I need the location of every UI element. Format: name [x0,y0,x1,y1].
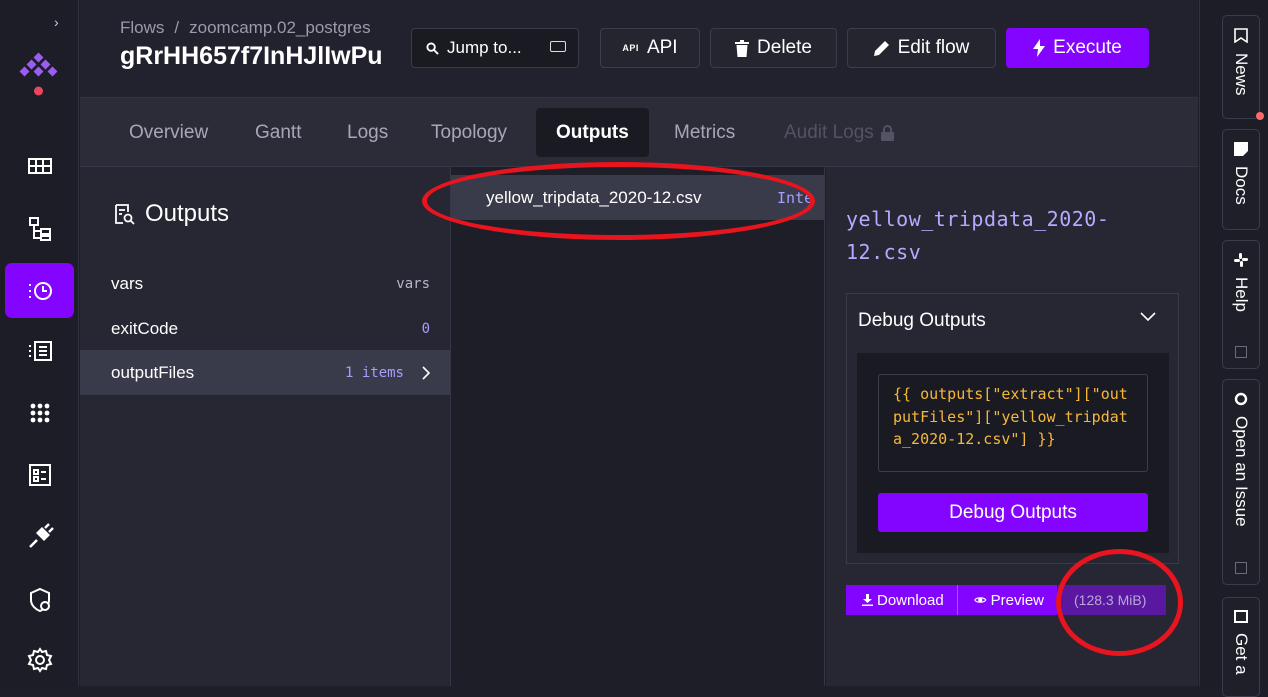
slack-icon [1234,253,1248,267]
keyboard-icon [550,41,566,52]
collapse-chevron-icon[interactable]: › [54,14,59,30]
api-icon: API [622,43,639,53]
external-link-icon [1235,346,1247,358]
eye-icon [974,597,987,603]
file-actions: Download Preview (128.3 MiB) [846,585,1166,615]
tab-outputs[interactable]: Outputs [536,108,649,157]
kestra-logo[interactable] [16,52,62,98]
breadcrumb-namespace[interactable]: zoomcamp.02_postgres [189,18,370,37]
delete-label: Delete [757,37,812,58]
left-nav-rail: › [0,0,79,686]
preview-label: Preview [990,591,1044,609]
api-button[interactable]: API API [600,28,700,68]
breadcrumb-flows-link[interactable]: Flows [120,18,164,37]
file-size-badge: (128.3 MiB) [1058,585,1166,615]
get-a-demo-button[interactable]: Get a [1222,597,1260,697]
output-key: outputFiles [111,362,195,382]
download-button[interactable]: Download [846,585,958,615]
outputs-heading: Outputs [113,200,229,228]
debug-outputs-section: Debug Outputs {{ outputs["extract"]["out… [846,293,1179,564]
debug-outputs-button[interactable]: Debug Outputs [878,493,1148,532]
output-value: vars [396,275,430,292]
download-icon [862,594,873,606]
nav-namespaces-icon[interactable] [5,385,74,440]
nav-executions-icon[interactable] [5,263,74,318]
tab-topology[interactable]: Topology [411,108,527,157]
preview-button[interactable]: Preview [958,585,1058,615]
open-issue-label: Open an Issue [1232,416,1251,527]
debug-expression-input[interactable]: {{ outputs["extract"]["outputFiles"]["ye… [878,374,1148,472]
document-search-icon [115,204,135,225]
help-button[interactable]: Help [1222,240,1260,369]
output-detail-panel: yellow_tripdata_2020-12.csv Debug Output… [826,167,1198,686]
tab-metrics[interactable]: Metrics [654,108,755,157]
debug-outputs-header[interactable]: Debug Outputs [858,310,986,332]
delete-button[interactable]: Delete [710,28,837,68]
tab-logs[interactable]: Logs [327,108,408,157]
jump-to-button[interactable]: Jump to... [411,28,579,68]
nav-dashboard-icon[interactable] [5,138,74,193]
output-files-list: yellow_tripdata_2020-12.csv Inte [451,167,825,686]
debug-outputs-body: {{ outputs["extract"]["outputFiles"]["ye… [857,353,1169,553]
edit-flow-label: Edit flow [897,37,970,58]
nav-admin-icon[interactable] [5,572,74,627]
right-help-rail: News Docs Help Open an Issue Get a [1199,0,1268,697]
docs-button[interactable]: Docs [1222,129,1260,230]
tab-overview[interactable]: Overview [109,108,228,157]
open-issue-button[interactable]: Open an Issue [1222,379,1260,585]
file-type: Inte [777,188,814,207]
get-a-label: Get a [1232,633,1251,675]
execute-label: Execute [1053,37,1122,58]
docs-label: Docs [1232,166,1251,205]
lightning-icon [1033,39,1046,57]
news-icon [1234,28,1248,43]
page-title: gRrHH657f7InHJlIwPu [120,42,383,70]
output-row-vars[interactable]: vars vars [80,261,450,306]
chevron-right-icon [422,365,430,380]
file-item[interactable]: yellow_tripdata_2020-12.csv Inte [451,175,825,220]
docs-icon [1234,142,1248,156]
news-label: News [1232,53,1251,96]
file-name: yellow_tripdata_2020-12.csv [486,187,702,207]
output-key: vars [111,273,144,293]
tab-audit-logs-label: Audit Logs [784,121,874,143]
news-button[interactable]: News [1222,15,1264,120]
trash-icon [735,39,750,57]
lock-icon [880,124,894,141]
nav-plugins-icon[interactable] [5,509,74,564]
output-row-outputfiles[interactable]: outputFiles 1 items [80,350,450,395]
nav-settings-gear-icon[interactable] [5,632,74,687]
page-header: Flows / zoomcamp.02_postgres gRrHH657f7InH… [80,0,1198,98]
external-link-icon [1235,562,1247,574]
detail-title: yellow_tripdata_2020-12.csv [846,207,1110,264]
api-label: API [646,37,678,58]
output-value: 0 [421,320,430,337]
execution-tabs: Overview Gantt Logs Topology Outputs Met… [80,98,1198,167]
notification-dot-icon [1256,112,1264,120]
execute-button[interactable]: Execute [1006,28,1149,68]
help-label: Help [1232,277,1251,312]
breadcrumb-separator: / [174,18,180,37]
output-key: exitCode [111,318,179,338]
outputs-title: Outputs [145,200,230,227]
download-label: Download [877,591,944,609]
nav-flows-icon[interactable] [5,200,74,255]
github-icon [1234,392,1248,406]
chevron-down-icon[interactable] [1140,312,1156,321]
demo-icon [1234,610,1248,623]
output-value-group: 1 items [345,365,430,381]
outputs-panel: Outputs vars vars exitCode 0 outputFiles… [80,167,451,686]
search-icon [426,41,439,55]
tab-gantt[interactable]: Gantt [235,108,321,157]
nav-logs-icon[interactable] [5,323,74,378]
tab-audit-logs: Audit Logs [764,108,914,157]
nav-templates-icon[interactable] [5,447,74,502]
output-value: 1 items [344,364,404,381]
output-row-exitcode[interactable]: exitCode 0 [80,306,450,351]
jump-to-label: Jump to... [447,38,522,57]
breadcrumb: Flows / zoomcamp.02_postgres [120,18,371,38]
pencil-icon [873,41,889,56]
edit-flow-button[interactable]: Edit flow [847,28,996,68]
